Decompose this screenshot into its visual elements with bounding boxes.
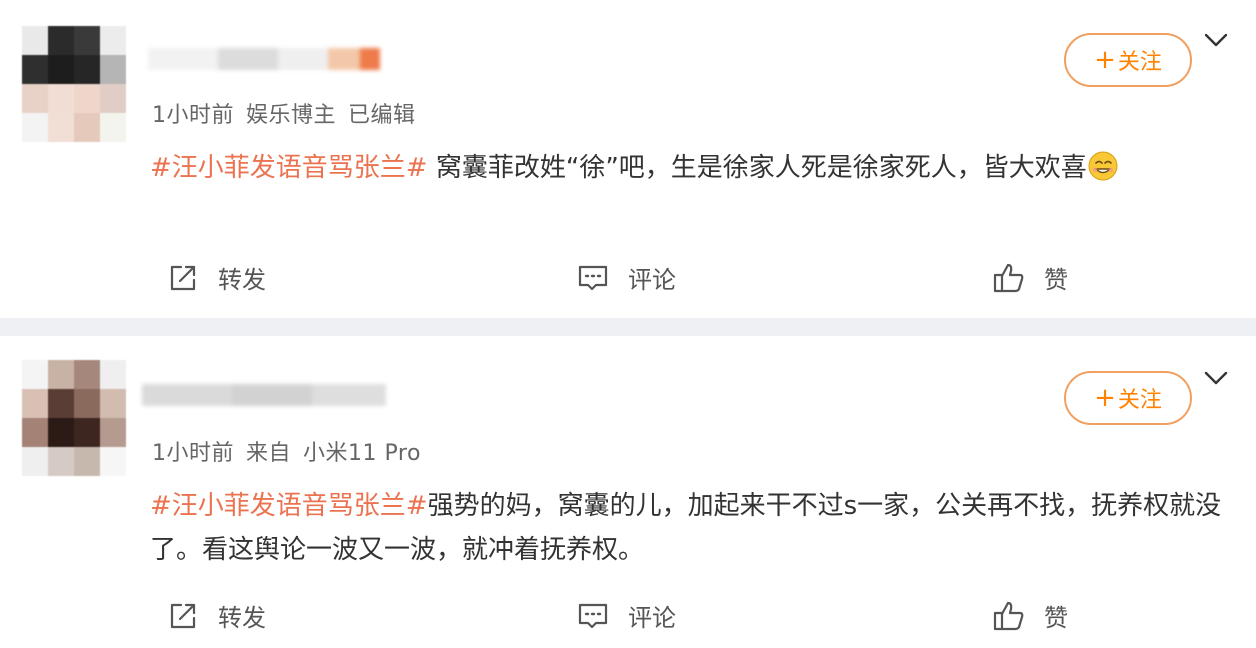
like-icon: [993, 263, 1024, 292]
avatar[interactable]: [22, 360, 126, 476]
post-time: 1小时前: [152, 441, 234, 466]
follow-button[interactable]: + 关注: [1064, 33, 1192, 87]
avatar[interactable]: [22, 26, 126, 142]
chevron-down-icon[interactable]: [1202, 30, 1230, 50]
follow-label: 关注: [1117, 50, 1162, 75]
like-button[interactable]: 赞: [992, 260, 1068, 295]
post-meta: 1小时前 娱乐博主 已编辑: [152, 97, 416, 129]
post-source: 来自: [246, 441, 292, 466]
follow-label: 关注: [1117, 388, 1162, 413]
comment-button[interactable]: 评论: [576, 598, 676, 633]
comment-label: 评论: [628, 604, 676, 632]
post-text: 窝囊菲改姓“徐”吧，生是徐家人死是徐家死人，皆大欢喜: [427, 153, 1087, 183]
comment-label: 评论: [628, 266, 676, 294]
like-label: 赞: [1044, 604, 1068, 632]
hashtag-link[interactable]: #汪小菲发语音骂张兰#: [150, 491, 428, 521]
username-blurred[interactable]: [148, 48, 380, 70]
post-content: #汪小菲发语音骂张兰# 窝囊菲改姓“徐”吧，生是徐家人死是徐家死人，皆大欢喜: [150, 146, 1230, 190]
post-meta: 1小时前 来自 小米11 Pro: [152, 435, 421, 467]
repost-icon: [170, 603, 196, 628]
like-button[interactable]: 赞: [992, 598, 1068, 633]
chevron-down-icon[interactable]: [1202, 368, 1230, 388]
repost-button[interactable]: 转发: [166, 260, 266, 295]
weibo-post: 1小时前 来自 小米11 Pro + 关注 #汪小菲发语音骂张兰#强势的妈，窝囊的儿，…: [0, 336, 1256, 648]
like-label: 赞: [1044, 266, 1068, 294]
repost-label: 转发: [218, 604, 266, 632]
repost-button[interactable]: 转发: [166, 598, 266, 633]
hashtag-link[interactable]: #汪小菲发语音骂张兰#: [150, 153, 428, 183]
comment-icon: [578, 265, 608, 290]
post-status: 已编辑: [348, 103, 416, 128]
repost-icon: [170, 265, 196, 290]
comment-icon: [578, 603, 608, 628]
follow-button[interactable]: + 关注: [1064, 371, 1192, 425]
username-blurred[interactable]: [142, 384, 386, 406]
post-device: 小米11 Pro: [303, 441, 421, 466]
grin-emoji-icon: [1088, 151, 1118, 181]
plus-icon: +: [1094, 383, 1116, 413]
repost-label: 转发: [218, 266, 266, 294]
plus-icon: +: [1094, 45, 1116, 75]
like-icon: [993, 601, 1024, 630]
comment-button[interactable]: 评论: [576, 260, 676, 295]
post-time: 1小时前: [152, 103, 234, 128]
post-source: 娱乐博主: [246, 103, 337, 128]
post-divider: [0, 318, 1256, 336]
weibo-post: 1小时前 娱乐博主 已编辑 + 关注 #汪小菲发语音骂张兰# 窝囊菲改姓“徐”吧，生是…: [0, 0, 1256, 318]
post-content: #汪小菲发语音骂张兰#强势的妈，窝囊的儿，加起来干不过s一家，公关再不找，抚养权…: [150, 484, 1230, 572]
